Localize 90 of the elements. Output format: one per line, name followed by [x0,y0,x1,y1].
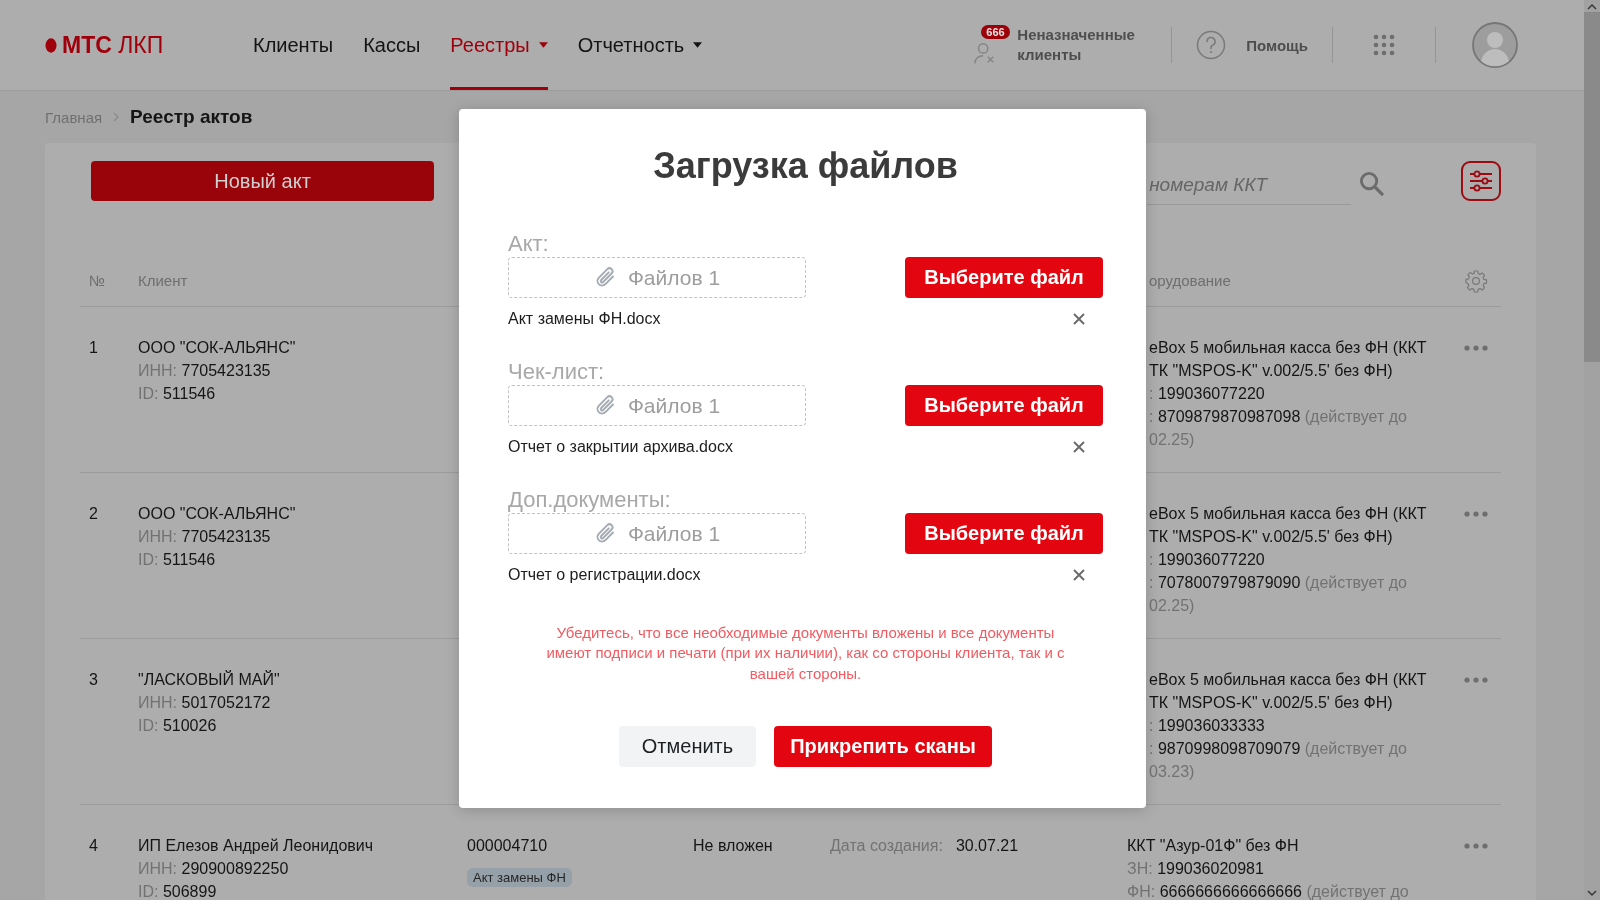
client-id-text: ID: 506899 [138,882,217,900]
cancel-button[interactable]: Отменить [619,726,756,768]
file-dropzone[interactable]: Файлов 1 [508,513,806,554]
file-name: Отчет о регистрации.docx [508,566,701,584]
unassigned-clients-link[interactable]: Неназначенные клиенты [1017,25,1148,65]
scrollbar[interactable] [1584,0,1600,900]
close-icon[interactable] [1073,569,1085,581]
file-dropzone[interactable]: Файлов 1 [508,385,806,426]
row-number: 1 [89,338,99,358]
equipment-line: 03.23) [1149,762,1195,782]
avatar-icon[interactable] [1472,22,1518,68]
equipment-line: : 199036033333 [1149,716,1265,736]
equipment-line: eBox 5 мобильная касса без ФН (ККТ [1149,504,1427,524]
scroll-up-icon[interactable] [1587,4,1597,10]
equipment-line: : 7078007979879090 (действует до [1149,573,1407,593]
equipment-line: ККТ "Азур-01Ф" без ФН [1127,836,1299,856]
equipment-line: ТК "MSPOS-K" v.002/5.5' без ФН) [1149,361,1393,381]
client-name: ООО "СОК-АЛЬЯНС" [138,504,296,524]
scroll-down-icon[interactable] [1587,890,1597,896]
equipment-line: : 8709879870987098 (действует до [1149,407,1407,427]
file-dropzone[interactable]: Файлов 1 [508,257,806,298]
inn-text: ИНН: 7705423135 [138,361,271,381]
row-number: 2 [89,504,99,524]
nav-tab[interactable]: Отчетность [577,0,703,90]
inn-text: ИНН: 5017052172 [138,693,271,713]
more-icon[interactable] [1464,345,1488,351]
field-label: Доп.документы: [508,488,671,512]
help-icon[interactable] [1196,30,1227,60]
help-link[interactable]: Помощь [1246,36,1308,54]
warning-text: Убедитесь, что все необходимые документы вложены и все документы имеют подписи и печати (при их наличии), как со стороны клиента, так и с вашей стороны. [545,623,1066,684]
logo-text: МТС ЛКП [62,31,164,59]
choose-file-button[interactable]: Выберите файл [905,513,1103,554]
search-icon[interactable] [1359,170,1385,196]
close-icon[interactable] [1073,441,1085,453]
column-header: орудование [1149,272,1231,289]
equipment-line: : 199036077220 [1149,384,1265,404]
inn-text: ИНН: 7705423135 [138,527,271,547]
caret-icon [538,42,548,48]
nav-tab[interactable]: Реестры [450,0,548,90]
close-icon[interactable] [1073,313,1085,325]
nav-tab[interactable]: Кассы [363,0,421,90]
equipment-line: ЗН: 199036020981 [1127,859,1264,879]
choose-file-button[interactable]: Выберите файл [905,385,1103,426]
caret-icon [693,42,703,48]
client-name: "ЛАСКОВЫЙ МАЙ" [138,669,280,690]
settings-icon[interactable] [1464,268,1488,293]
sliders-icon [1468,170,1495,192]
equipment-line: : 9870998098709079 (действует до [1149,739,1407,759]
file-name: Отчет о закрытии архива.docx [508,438,733,456]
new-act-button[interactable]: Новый акт [91,161,435,201]
attach-button[interactable]: Прикрепить сканы [774,726,992,768]
file-name: Акт замены ФН.docx [508,310,661,328]
row-number: 4 [89,836,99,856]
client-name: ИП Елезов Андрей Леонидович [138,836,374,856]
client-name: ООО "СОК-АЛЬЯНС" [138,338,296,358]
column-header: Клиент [138,272,188,289]
field-label: Акт: [508,232,549,256]
act-number: 000004710 [467,836,548,856]
more-icon[interactable] [1464,843,1488,849]
choose-file-button[interactable]: Выберите файл [905,257,1103,298]
equipment-line: 02.25) [1149,596,1195,616]
count-badge: 666 [981,25,1010,39]
nav-tab[interactable]: Клиенты [253,0,334,90]
inn-text: ИНН: 290900892250 [138,859,289,879]
creation-date: Дата создания: 30.07.21 [830,836,1019,856]
filter-button[interactable] [1461,161,1501,201]
equipment-line: : 199036077220 [1149,550,1265,570]
client-id-text: ID: 510026 [138,716,217,736]
chevron-icon [113,112,120,122]
equipment-line: ТК "MSPOS-K" v.002/5.5' без ФН) [1149,527,1393,547]
more-icon[interactable] [1464,677,1488,683]
equipment-line: eBox 5 мобильная касса без ФН (ККТ [1149,670,1427,690]
search-field[interactable]: номерам ККТ [1147,169,1352,205]
scrollbar-thumb[interactable] [1584,12,1600,362]
equipment-line: eBox 5 мобильная касса без ФН (ККТ [1149,338,1427,358]
apps-grid-icon[interactable] [1373,34,1395,56]
client-id-text: ID: 511546 [138,550,216,570]
act-type-tag: Акт замены ФН [467,868,572,887]
modal-title: Загрузка файлов [653,144,958,188]
field-label: Чек-лист: [508,360,605,384]
equipment-line: ФН: 6666666666666666 (действует до [1127,882,1409,900]
equipment-line: ТК "MSPOS-K" v.002/5.5' без ФН) [1149,693,1393,713]
equipment-line: 02.25) [1149,430,1195,450]
row-number: 3 [89,670,99,690]
logo-icon [45,37,57,53]
more-icon[interactable] [1464,511,1488,517]
column-header: № [89,272,106,289]
page-title: Реестр актов [130,106,253,128]
status-text: Не вложен [693,836,773,856]
client-id-text: ID: 511546 [138,384,216,404]
